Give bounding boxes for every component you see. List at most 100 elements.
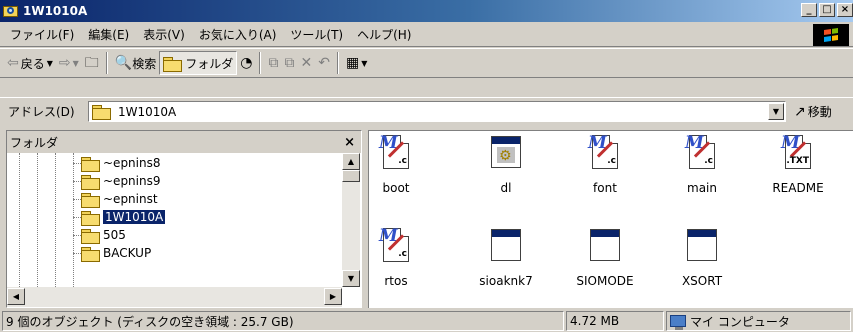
views-dropdown-icon[interactable]: ▼ <box>361 59 367 68</box>
windows-logo-icon <box>813 24 849 46</box>
history-button[interactable]: ◔ <box>237 51 255 75</box>
file-name: dl <box>500 181 512 195</box>
tree-item[interactable]: ~epninst <box>81 190 158 208</box>
search-button[interactable]: 🔍 検索 <box>112 51 159 75</box>
forward-dropdown-icon[interactable]: ▼ <box>73 59 79 68</box>
tree-item[interactable]: ~epnins8 <box>81 154 161 172</box>
menu-help[interactable]: ヘルプ(H) <box>350 26 418 43</box>
application-window-icon <box>590 229 620 261</box>
tree-item-label: 505 <box>103 228 126 242</box>
tree-guide-line <box>37 153 38 287</box>
history-icon: ◔ <box>240 55 253 71</box>
forward-arrow-icon: ⇨ <box>58 55 71 71</box>
views-button[interactable]: ▦ ▼ <box>343 51 370 75</box>
file-item-sioaknk7[interactable]: sioaknk7 <box>463 226 549 296</box>
file-name: main <box>687 181 717 195</box>
folder-tree-horizontal-scrollbar[interactable]: ◀ ▶ <box>7 287 342 307</box>
forward-button[interactable]: ⇨ ▼ <box>56 51 82 75</box>
folder-icon <box>92 105 111 120</box>
copy-to-icon: ⧉ <box>284 55 295 71</box>
file-item-main[interactable]: M .c main <box>659 133 745 203</box>
c-source-icon: M .c <box>379 226 409 262</box>
address-dropdown-button[interactable]: ▼ <box>768 103 784 120</box>
scroll-left-button[interactable]: ◀ <box>7 288 25 305</box>
application-window-icon <box>687 229 717 261</box>
file-item-xsort[interactable]: XSORT <box>659 226 745 296</box>
delete-icon: ✕ <box>300 55 313 71</box>
menu-view[interactable]: 表示(V) <box>136 26 192 43</box>
move-to-button[interactable]: ⧉ <box>265 51 281 75</box>
minimize-button[interactable]: _ <box>801 3 817 17</box>
menu-file[interactable]: ファイル(F) <box>0 26 81 43</box>
status-location-label: マイ コンピュータ <box>690 314 790 329</box>
file-name: XSORT <box>681 274 723 288</box>
folders-button[interactable]: フォルダ <box>159 51 238 75</box>
file-item-boot[interactable]: M .c boot <box>353 133 439 203</box>
up-folder-icon: 🗀 <box>84 55 99 71</box>
tree-item-selected[interactable]: 1W1010A <box>81 208 166 226</box>
file-item-rtos[interactable]: M .c rtos <box>353 226 439 296</box>
standard-toolbar: ⇦ 戻る ▼ ⇨ ▼ 🗀 🔍 検索 フォルダ ◔ ⧉ ⧉ ✕ ↶ ▦ ▼ <box>0 48 853 78</box>
file-item-font[interactable]: M .c font <box>562 133 648 203</box>
back-button[interactable]: ⇦ 戻る ▼ <box>4 51 56 75</box>
delete-button[interactable]: ✕ <box>297 51 315 75</box>
toolbar-separator <box>105 52 108 74</box>
menu-edit[interactable]: 編集(E) <box>81 26 136 43</box>
undo-button[interactable]: ↶ <box>315 51 333 75</box>
title-bar: 1W1010A _ □ × <box>0 0 853 22</box>
folder-icon <box>81 192 100 208</box>
application-window-icon <box>491 229 521 261</box>
c-source-icon: M .c <box>685 133 715 169</box>
my-computer-icon <box>670 315 686 330</box>
views-icon: ▦ <box>345 55 360 71</box>
folders-icon <box>163 56 183 72</box>
file-name: boot <box>382 181 410 195</box>
file-name: sioaknk7 <box>479 274 533 288</box>
status-size: 4.72 MB <box>566 311 664 331</box>
move-to-icon: ⧉ <box>268 55 279 71</box>
address-label: アドレス(D) <box>8 105 75 119</box>
address-input[interactable]: 1W1010A ▼ <box>88 101 786 122</box>
menu-bar: ファイル(F) 編集(E) 表示(V) お気に入り(A) ツール(T) ヘルプ(… <box>0 23 853 47</box>
close-button[interactable]: × <box>837 3 853 17</box>
executable-icon: ⚙ <box>491 136 521 168</box>
file-item-dl[interactable]: ⚙ dl <box>463 133 549 203</box>
address-bar: アドレス(D) 1W1010A ▼ ↗ 移動 <box>0 97 853 125</box>
window-title: 1W1010A <box>23 4 88 18</box>
search-icon: 🔍 <box>114 55 133 71</box>
folder-tree: ~epnins8 ~epnins9 ~epninst 1W1010A 505 B… <box>7 153 342 287</box>
scroll-right-button[interactable]: ▶ <box>324 288 342 305</box>
go-button[interactable]: ↗ 移動 <box>794 103 832 120</box>
open-folder-icon <box>81 210 100 226</box>
tree-item-label: BACKUP <box>103 246 152 260</box>
c-source-icon: M .c <box>588 133 618 169</box>
maximize-button[interactable]: □ <box>819 3 835 17</box>
go-button-label: 移動 <box>807 105 832 119</box>
tree-guide-line <box>19 153 20 287</box>
copy-to-button[interactable]: ⧉ <box>281 51 297 75</box>
back-dropdown-icon[interactable]: ▼ <box>47 59 53 68</box>
folders-button-label: フォルダ <box>185 56 234 71</box>
tree-guide-line <box>73 153 74 287</box>
tree-item[interactable]: BACKUP <box>81 244 151 262</box>
menu-tools[interactable]: ツール(T) <box>283 26 350 43</box>
status-location: マイ コンピュータ <box>666 311 851 331</box>
tree-item-label: ~epnins9 <box>103 174 161 188</box>
file-item-siomode[interactable]: SIOMODE <box>562 226 648 296</box>
status-object-count: 9 個のオブジェクト (ディスクの空き領域 : 25.7 GB) <box>2 311 564 331</box>
tree-guide-line <box>55 153 56 287</box>
tree-item[interactable]: 505 <box>81 226 126 244</box>
back-button-label: 戻る <box>20 56 45 71</box>
go-arrow-icon: ↗ <box>794 103 806 120</box>
toolbar-separator <box>259 52 262 74</box>
file-name: rtos <box>384 274 408 288</box>
tree-item-label: 1W1010A <box>103 210 166 224</box>
tree-item[interactable]: ~epnins9 <box>81 172 161 190</box>
toolbar-separator <box>336 52 339 74</box>
up-folder-button[interactable]: 🗀 <box>82 51 102 75</box>
folder-pane: フォルダ × ~epnins8 ~epnins9 ~epninst 1W1010… <box>6 130 362 308</box>
file-item-readme[interactable]: M .TXT README <box>755 133 841 203</box>
file-name: README <box>772 181 824 195</box>
menu-favorites[interactable]: お気に入り(A) <box>192 26 284 43</box>
explorer-folder-icon <box>3 4 19 18</box>
